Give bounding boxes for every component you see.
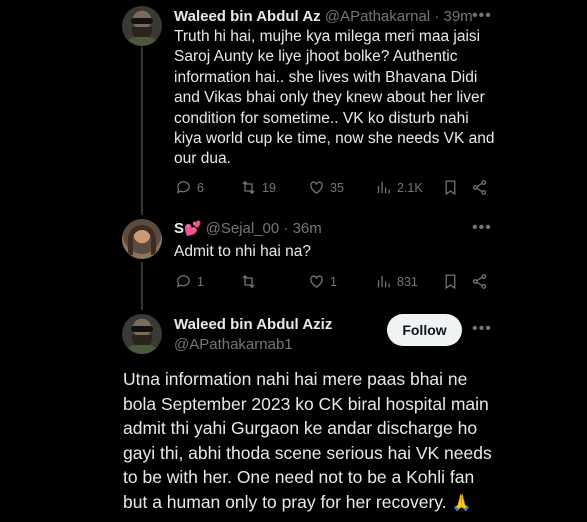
thread-line	[141, 47, 143, 215]
repost-icon	[242, 180, 255, 195]
timestamp[interactable]: 39m	[443, 8, 472, 25]
like-button[interactable]: 35	[308, 179, 344, 196]
share-icon	[472, 274, 487, 289]
tweet-text: Truth hi hai, mujhe kya milega meri maa …	[174, 28, 495, 168]
timestamp[interactable]: 36m	[293, 220, 322, 237]
follow-button[interactable]: Follow	[387, 314, 462, 346]
tweet-header: Waleed bin Abdul Az @APathakarnal · 39m	[174, 8, 473, 25]
views-button[interactable]: 2.1K	[375, 179, 423, 196]
avatar[interactable]	[122, 219, 162, 259]
tweet-header: S💕 @Sejal_00 · 36m	[174, 220, 322, 237]
handle[interactable]: @Sejal_00	[206, 220, 280, 237]
repost-icon	[242, 274, 255, 289]
repost-button[interactable]	[240, 273, 262, 290]
more-options-icon[interactable]: •••	[472, 320, 492, 338]
hearts-emoji: 💕	[184, 220, 202, 236]
more-options-icon[interactable]: •••	[472, 219, 492, 237]
share-button[interactable]	[471, 179, 488, 196]
handle[interactable]: @APathakarnab1	[174, 336, 293, 353]
bookmark-icon	[445, 180, 456, 196]
avatar[interactable]	[122, 314, 162, 354]
separator: ·	[283, 220, 289, 237]
share-icon	[472, 180, 487, 195]
heart-icon	[310, 181, 323, 194]
repost-button[interactable]: 19	[240, 179, 276, 196]
views-icon	[377, 275, 390, 288]
reply-icon	[176, 181, 190, 194]
reply-icon	[176, 275, 190, 288]
thread-line	[141, 262, 143, 310]
folded-hands-emoji: 🙏	[451, 494, 472, 512]
heart-icon	[310, 275, 323, 288]
tweet-text: Admit to nhi hai na?	[174, 243, 312, 260]
separator: ·	[434, 8, 440, 25]
bookmark-button[interactable]	[442, 273, 459, 290]
share-button[interactable]	[471, 273, 488, 290]
avatar[interactable]	[122, 6, 162, 46]
views-icon	[377, 181, 390, 194]
reply-button[interactable]: 1	[175, 273, 204, 290]
reply-button[interactable]: 6	[175, 179, 204, 196]
handle[interactable]: @APathakarnal	[325, 8, 430, 25]
bookmark-icon	[445, 274, 456, 290]
display-name[interactable]: Waleed bin Abdul Az	[174, 8, 321, 25]
tweet-text: Utna information nahi hai mere paas bhai…	[123, 367, 492, 517]
views-button[interactable]: 831	[375, 273, 418, 290]
bookmark-button[interactable]	[442, 179, 459, 196]
display-name[interactable]: S	[174, 220, 184, 237]
display-name[interactable]: Waleed bin Abdul Aziz	[174, 316, 332, 333]
more-options-icon[interactable]: •••	[472, 7, 492, 25]
like-button[interactable]: 1	[308, 273, 337, 290]
